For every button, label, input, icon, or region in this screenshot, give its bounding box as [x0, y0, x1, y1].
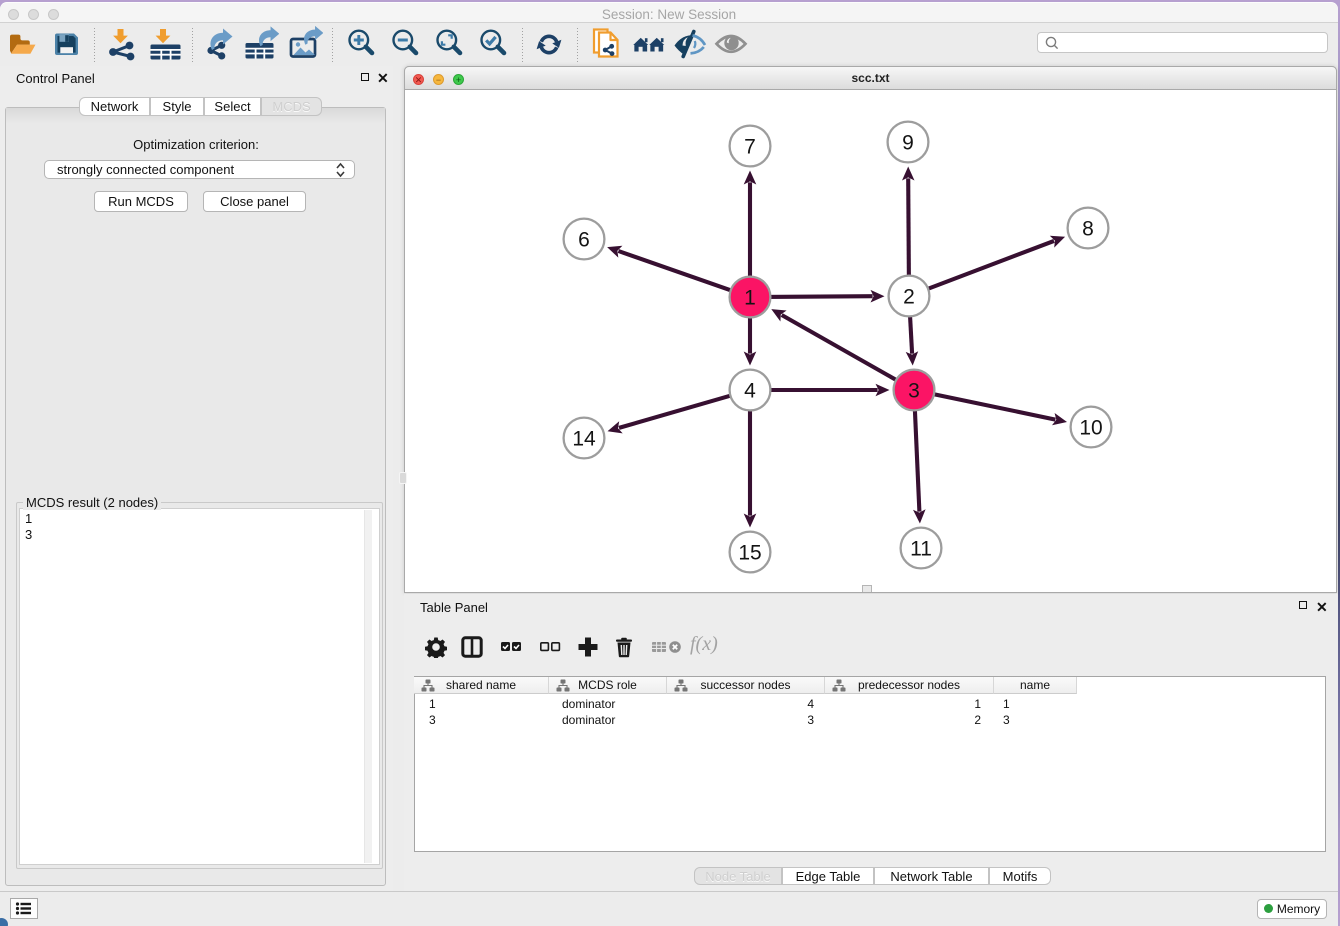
svg-text:3: 3 — [908, 380, 920, 403]
svg-text:8: 8 — [1082, 218, 1094, 241]
svg-text:6: 6 — [578, 229, 590, 252]
svg-text:14: 14 — [572, 428, 596, 451]
svg-text:4: 4 — [744, 380, 756, 403]
svg-text:2: 2 — [903, 286, 915, 309]
svg-text:10: 10 — [1079, 417, 1102, 440]
svg-text:1: 1 — [744, 287, 756, 310]
svg-text:15: 15 — [738, 542, 761, 565]
svg-text:7: 7 — [744, 136, 756, 159]
svg-text:9: 9 — [902, 132, 914, 155]
svg-text:11: 11 — [910, 538, 932, 561]
